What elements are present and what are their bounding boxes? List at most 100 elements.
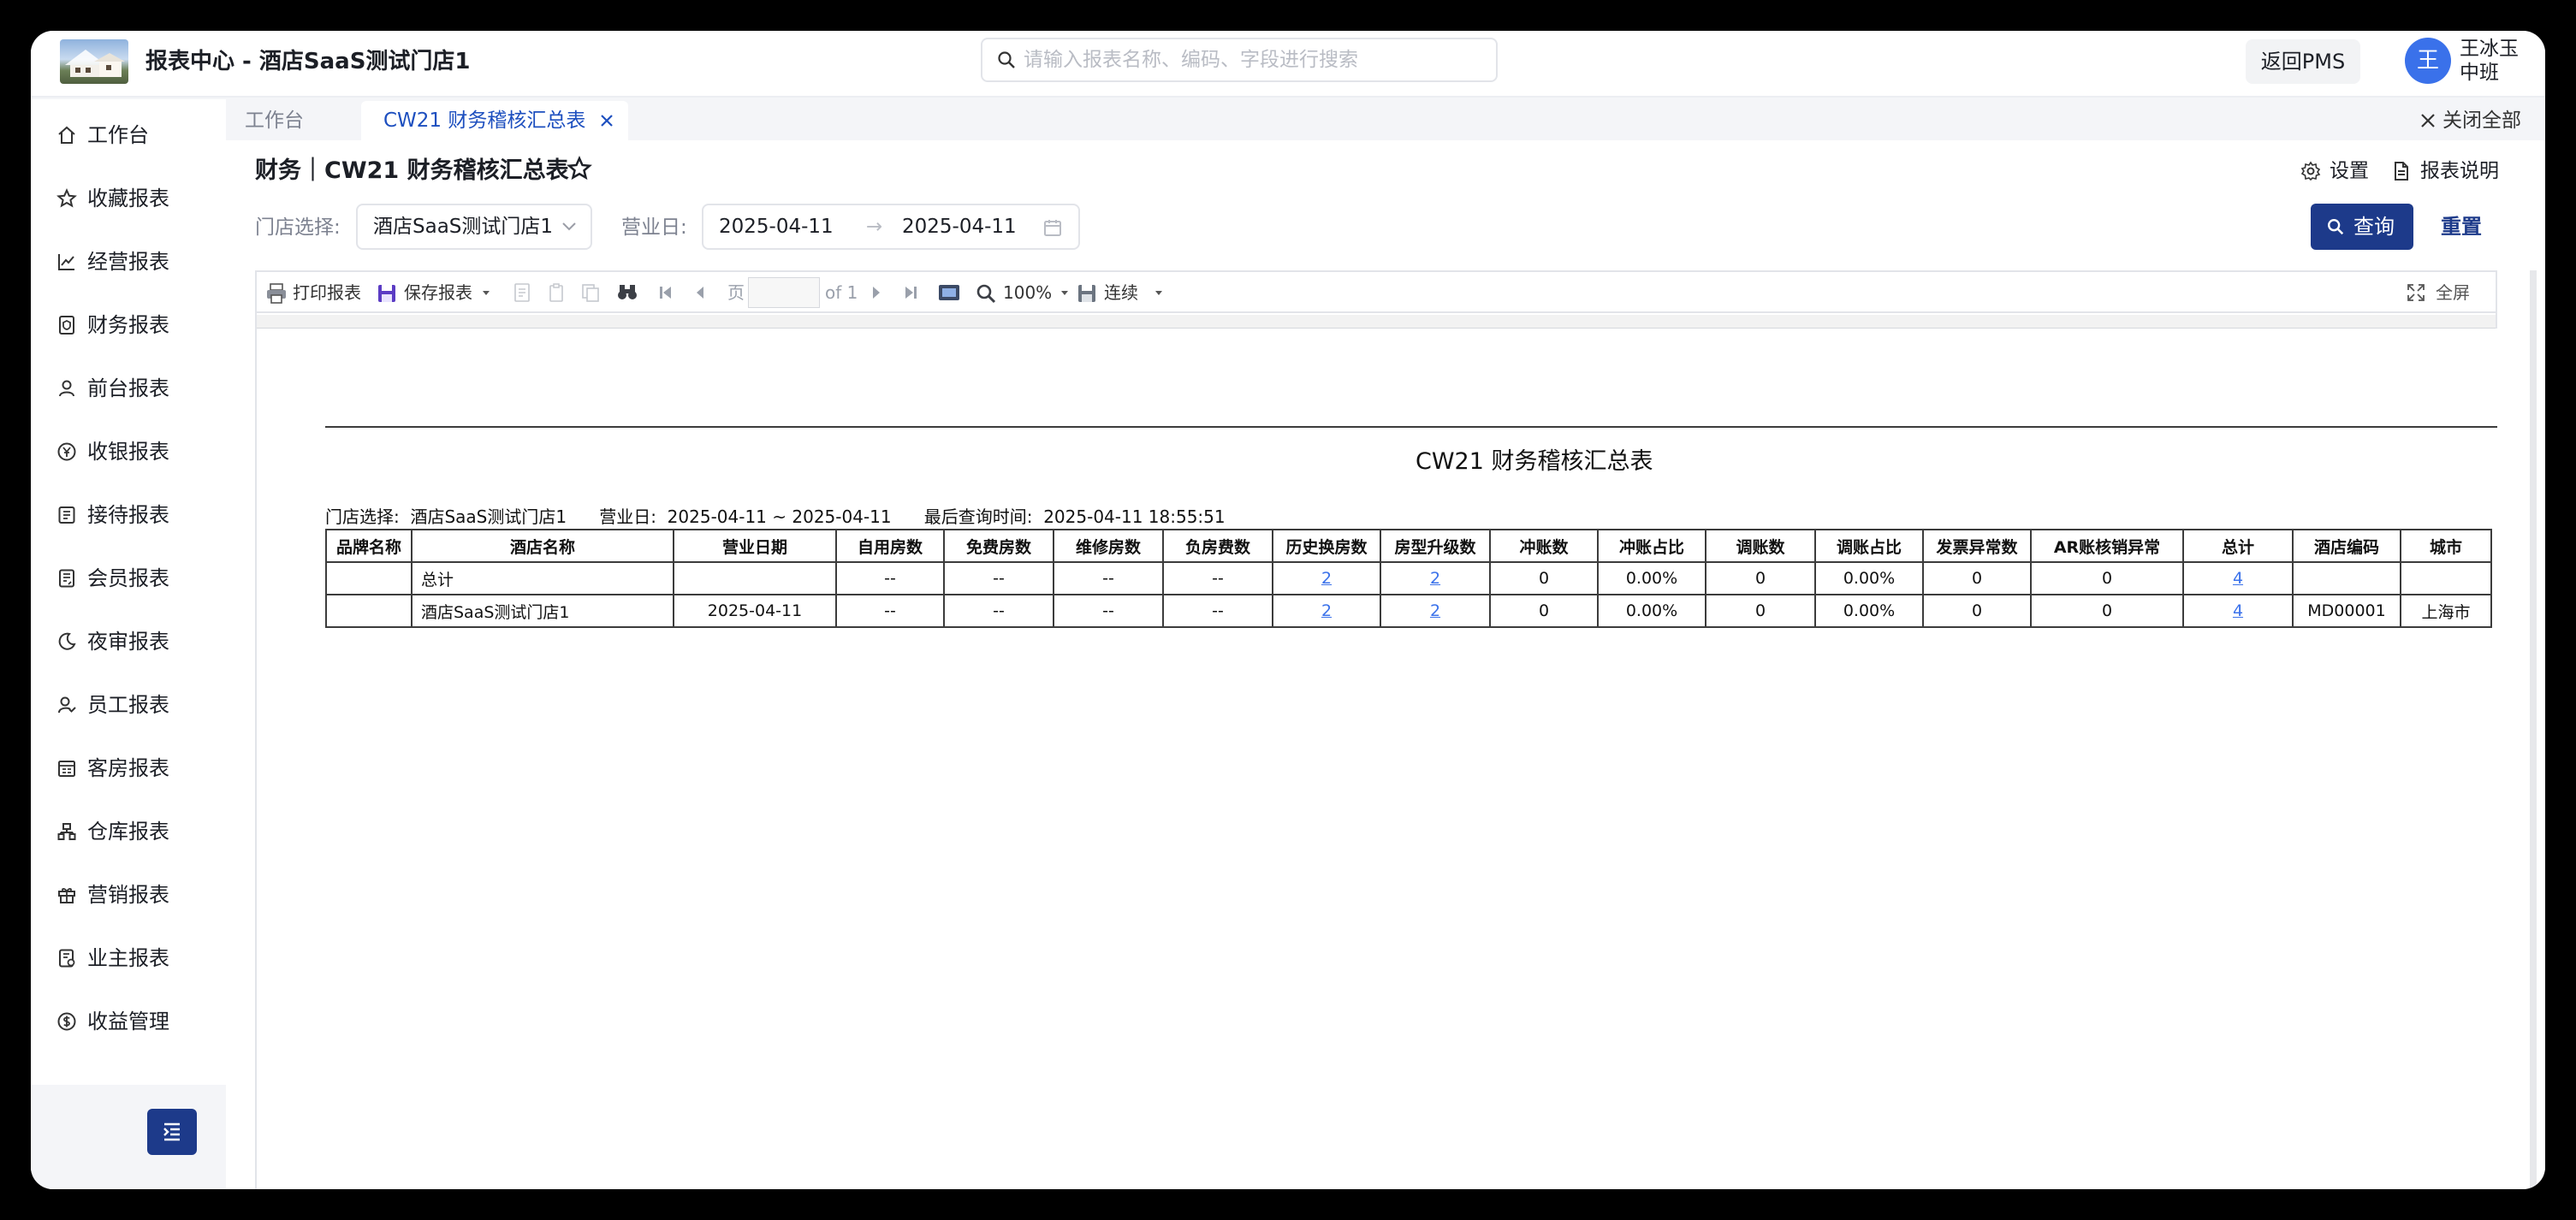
collapse-sidebar-button[interactable]: [147, 1109, 197, 1155]
gift-icon: [58, 888, 75, 903]
print-report-button[interactable]: 打印报表: [265, 279, 361, 306]
date-range-picker[interactable]: 2025-04-11 → 2025-04-11: [702, 204, 1080, 250]
column-header: 总计: [2182, 529, 2294, 563]
zoom-icon: [976, 284, 996, 304]
save-icon: [378, 285, 395, 302]
viewer-gutter: [257, 315, 2496, 329]
sidebar-item-marketing[interactable]: 营销报表: [31, 869, 226, 921]
shield-doc-icon: [59, 316, 74, 335]
table-cell: --: [835, 594, 945, 628]
hotel-logo: [60, 39, 128, 84]
table-cell: 0: [1489, 594, 1599, 628]
store-select[interactable]: 酒店SaaS测试门店1: [356, 204, 592, 250]
drilldown-link[interactable]: 2: [1430, 601, 1440, 620]
sidebar-item-rooms[interactable]: 客房报表: [31, 743, 226, 794]
sidebar-item-staff[interactable]: 员工报表: [31, 679, 226, 731]
prev-page-icon[interactable]: [693, 282, 707, 303]
list-doc-icon: [58, 506, 75, 524]
table-cell: --: [1053, 594, 1164, 628]
view-mode-select[interactable]: 连续: [1077, 279, 1138, 306]
table-cell-link[interactable]: 2: [1272, 561, 1381, 595]
date-from[interactable]: 2025-04-11: [719, 205, 834, 248]
sidebar-item-frontdesk[interactable]: 前台报表: [31, 363, 226, 414]
table-cell-link[interactable]: 2: [1380, 594, 1491, 628]
avatar[interactable]: 王: [2405, 38, 2451, 84]
member-doc-icon: [59, 569, 74, 588]
table-cell-link[interactable]: 2: [1272, 594, 1381, 628]
last-page-icon[interactable]: [902, 282, 919, 303]
tab-cw21-report[interactable]: CW21 财务稽核汇总表: [361, 101, 628, 140]
drilldown-link[interactable]: 4: [2233, 601, 2243, 620]
caret-down-icon[interactable]: [481, 282, 491, 303]
page-number-input[interactable]: [748, 277, 820, 308]
drilldown-link[interactable]: 2: [1430, 569, 1440, 588]
back-to-pms-button[interactable]: 返回PMS: [2246, 39, 2360, 84]
report-rule: [325, 426, 2497, 428]
line-chart-icon: [58, 254, 74, 270]
copy-icon[interactable]: [580, 282, 601, 303]
sidebar-item-finance[interactable]: 财务报表: [31, 299, 226, 351]
report-explain-button[interactable]: 报表说明: [2391, 157, 2499, 185]
next-page-icon[interactable]: [870, 282, 883, 303]
viewer-scrollbar[interactable]: [2530, 270, 2537, 1189]
caret-down-icon[interactable]: [1154, 282, 1164, 303]
table-cell-link[interactable]: 4: [2182, 594, 2294, 628]
report-search[interactable]: [981, 38, 1498, 82]
drilldown-link[interactable]: 2: [1321, 601, 1332, 620]
reset-button[interactable]: 重置: [2441, 204, 2482, 250]
table-cell: --: [1162, 561, 1273, 595]
binoculars-icon[interactable]: [616, 282, 638, 303]
sidebar-item-warehouse[interactable]: 仓库报表: [31, 806, 226, 857]
star-icon: [56, 188, 77, 208]
clipboard-icon[interactable]: [546, 282, 567, 303]
fullscreen-button[interactable]: 全屏: [2407, 279, 2470, 306]
close-tab-icon[interactable]: [597, 111, 616, 130]
page-title: 财务｜CW21 财务稽核汇总表: [255, 157, 569, 184]
room-icon: [58, 761, 75, 777]
app-title: 报表中心 - 酒店SaaS测试门店1: [145, 49, 471, 74]
sidebar-item-revenue[interactable]: 收益管理: [31, 996, 226, 1047]
table-row-total: 总计 -- -- -- -- 2 2 0 0.00% 0 0.00% 0 0 4: [325, 561, 2492, 595]
favorite-star-icon[interactable]: [567, 156, 592, 181]
settings-button[interactable]: 设置: [2300, 157, 2369, 185]
caret-down-icon[interactable]: [1059, 282, 1070, 303]
table-cell: 0: [1489, 561, 1599, 595]
sidebar-item-workbench[interactable]: 工作台: [31, 110, 226, 161]
drilldown-link[interactable]: 2: [1321, 569, 1332, 588]
search-icon: [998, 51, 1015, 68]
export-icon[interactable]: [512, 282, 532, 303]
first-page-icon[interactable]: [657, 282, 674, 303]
column-header: 历史换房数: [1272, 529, 1381, 563]
sidebar-item-favorites[interactable]: 收藏报表: [31, 173, 226, 224]
staff-icon: [58, 696, 76, 714]
sidebar-item-member[interactable]: 会员报表: [31, 553, 226, 604]
chevron-down-icon: [562, 222, 576, 231]
close-all-tabs-button[interactable]: 关闭全部: [2412, 101, 2521, 140]
gear-icon: [2300, 161, 2321, 181]
table-cell-link[interactable]: 4: [2182, 561, 2294, 595]
tab-workbench[interactable]: 工作台: [226, 101, 359, 140]
search-input[interactable]: [1024, 46, 1486, 74]
report-viewer: 打印报表 保存报表 页 of 1 100% 连续 全屏 CW21 财务稽核汇总表…: [255, 270, 2497, 1189]
column-header: 冲账占比: [1597, 529, 1706, 563]
search-icon: [2328, 219, 2344, 235]
date-to[interactable]: 2025-04-11: [902, 205, 1017, 248]
report-title: CW21 财务稽核汇总表: [1416, 448, 1653, 475]
sidebar-item-reception[interactable]: 接待报表: [31, 489, 226, 541]
column-header: 自用房数: [835, 529, 945, 563]
report-page: CW21 财务稽核汇总表 门店选择: 酒店SaaS测试门店1 营业日: 2025…: [257, 329, 2497, 1189]
query-button[interactable]: 查询: [2311, 204, 2413, 250]
save-report-button[interactable]: 保存报表: [377, 279, 472, 306]
continuous-pages-icon: [1078, 285, 1095, 302]
sidebar-item-night-audit[interactable]: 夜审报表: [31, 616, 226, 667]
user-icon: [59, 380, 74, 397]
sidebar-item-cashier[interactable]: 收银报表: [31, 426, 226, 477]
sidebar-item-owner[interactable]: 业主报表: [31, 933, 226, 984]
fit-page-icon[interactable]: [938, 282, 960, 303]
column-header: 发票异常数: [1922, 529, 2032, 563]
table-cell-link[interactable]: 2: [1380, 561, 1491, 595]
sidebar-item-business[interactable]: 经营报表: [31, 236, 226, 287]
zoom-select[interactable]: 100%: [976, 279, 1052, 306]
moon-icon: [58, 632, 76, 650]
drilldown-link[interactable]: 4: [2233, 569, 2243, 588]
